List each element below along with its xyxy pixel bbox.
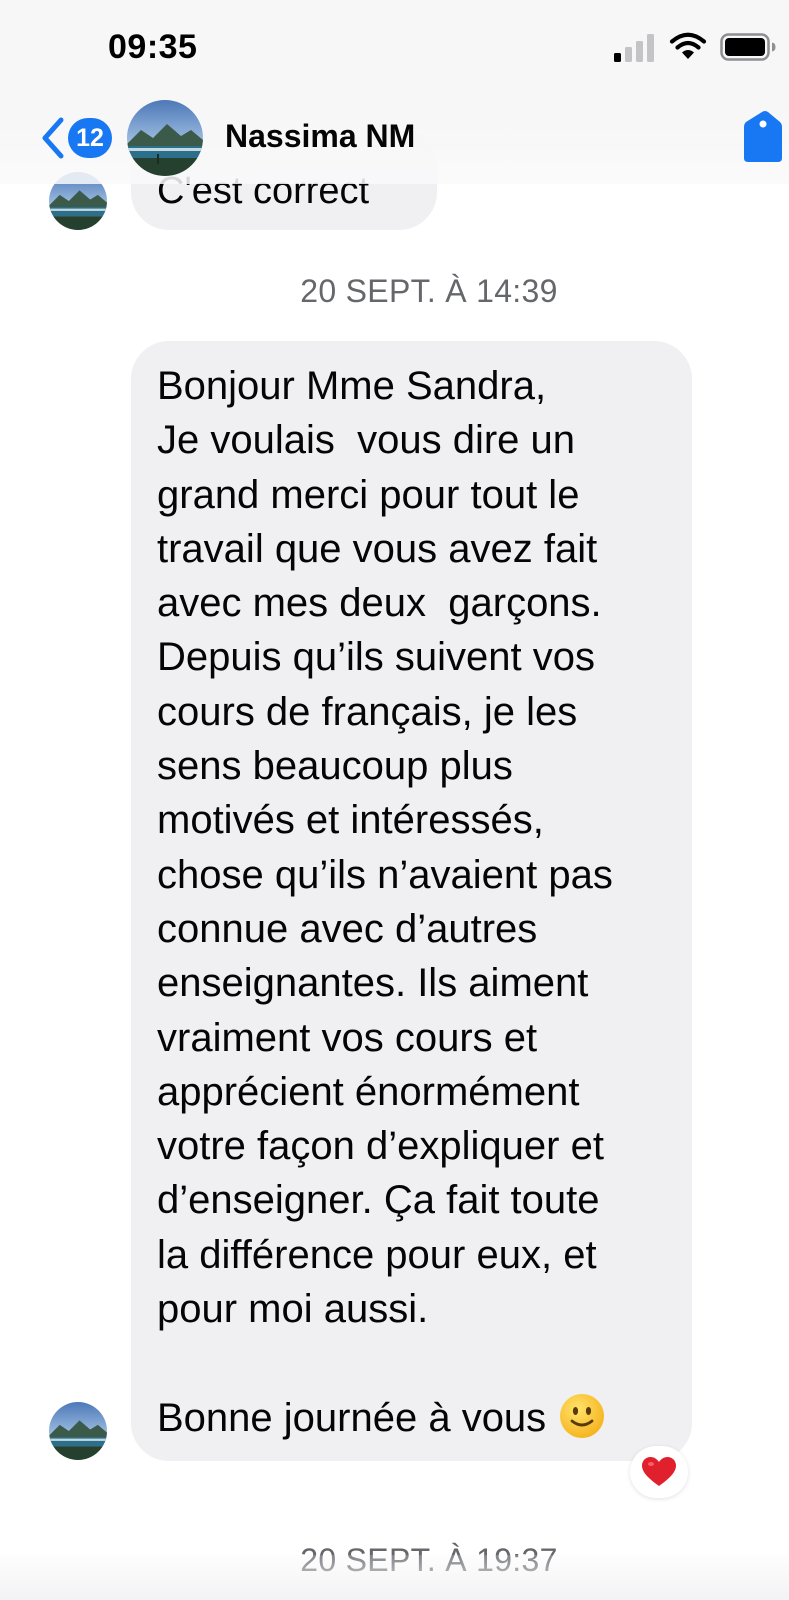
unread-count-badge: 12	[68, 118, 112, 158]
message-line: motivés et intéressés,	[157, 798, 544, 843]
message-line: vraiment vos cours et	[157, 1015, 538, 1060]
closing-line: Bonne journée à vous	[157, 1391, 672, 1445]
message-line: pour moi aussi.	[157, 1287, 429, 1332]
message-line: Bonjour Mme Sandra,	[157, 364, 547, 408]
heart-reaction[interactable]	[630, 1446, 688, 1498]
message-line: enseignantes. Ils aiment	[157, 961, 589, 1006]
chevron-left-icon	[42, 117, 64, 159]
battery-icon	[720, 33, 776, 61]
wifi-icon	[669, 32, 707, 59]
contact-name[interactable]: Nassima NM	[225, 118, 415, 155]
message-line: Je voulais vous dire un	[157, 418, 576, 463]
tag-icon[interactable]	[740, 110, 789, 162]
message-line: apprécient énormément	[157, 1069, 580, 1114]
message-line: travail que vous avez fait	[157, 526, 598, 571]
message-line: la différence pour eux, et	[157, 1232, 597, 1277]
status-bar: 09:35	[0, 0, 789, 96]
landscape-avatar-image	[127, 100, 203, 176]
composer-edge	[0, 1555, 789, 1600]
message-timestamp: 20 SEPT. À 14:39	[300, 273, 558, 309]
slightly-smiling-face-emoji	[560, 1393, 605, 1438]
sender-avatar[interactable]	[49, 1402, 107, 1460]
landscape-avatar-image	[49, 1402, 107, 1460]
message-line: cours de français, je les	[157, 689, 578, 734]
message-line: Depuis qu’ils suivent vos	[157, 635, 595, 680]
message-line: sens beaucoup plus	[157, 744, 513, 789]
signal-icon	[614, 34, 654, 62]
heart-icon	[642, 1457, 676, 1486]
message-bubble[interactable]: Bonjour Mme Sandra, Je voulais vous dire…	[131, 341, 692, 1461]
message-line: d’enseigner. Ça fait toute	[157, 1178, 600, 1223]
message-line: connue avec d’autres	[157, 906, 538, 951]
message-line: grand merci pour tout le	[157, 472, 580, 517]
contact-avatar[interactable]	[127, 100, 203, 176]
status-time: 09:35	[108, 28, 198, 66]
message-line: votre façon d’expliquer et	[157, 1124, 604, 1169]
message-line: chose qu’ils n’avaient pas	[157, 852, 613, 897]
message-line: avec mes deux garçons.	[157, 581, 602, 626]
closing-text: Bonne journée à vous	[157, 1395, 547, 1440]
back-button[interactable]: 12	[40, 112, 112, 164]
